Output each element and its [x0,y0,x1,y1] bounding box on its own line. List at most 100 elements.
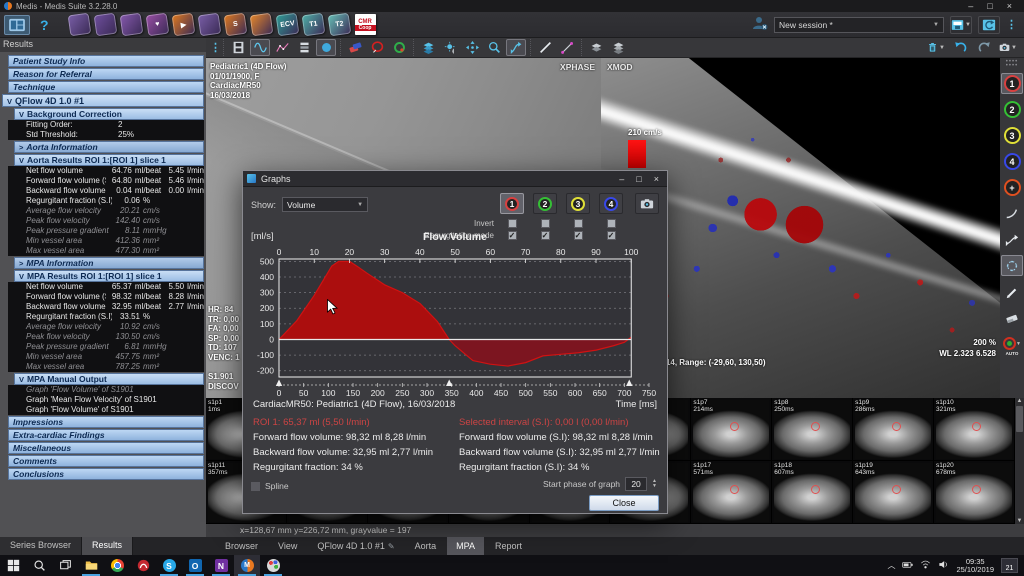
start-phase-input[interactable]: 20 [625,477,647,491]
workflow-tab-report[interactable]: Report [486,537,531,555]
save-session-button[interactable]: ▼ [950,16,972,34]
app-qtavi[interactable] [197,13,221,37]
sidebar-item-29[interactable]: VMPA Manual Output [14,373,204,385]
thumbnail-s1p10[interactable]: s1p10321ms [934,398,1015,461]
taskbar-paint[interactable] [260,555,286,576]
overflow-menu-icon[interactable]: ⋮ [1006,18,1016,31]
line-tool-icon[interactable] [535,39,555,56]
taskbar-cmr-app[interactable] [130,555,156,576]
thumbnail-s1p18[interactable]: s1p18607ms [772,461,853,524]
app-flow2[interactable] [249,13,273,37]
invert-checkbox-1[interactable] [508,219,517,228]
series-layout-button[interactable] [4,15,30,35]
lasso-tool-icon[interactable] [367,39,387,56]
film-tool-icon[interactable] [228,39,248,56]
taskbar-clock[interactable]: 09:35 25/10/2019 [956,558,994,574]
workflow-tab-mpa[interactable]: MPA [447,537,484,555]
app-t1[interactable]: T1 [301,13,325,37]
roi-select-2[interactable]: 2 [1001,99,1023,120]
app-ecv[interactable]: ECV [275,13,299,37]
thumbnail-s1p8[interactable]: s1p8250ms [772,398,853,461]
workflow-tab-qflow-4d-1-0-1[interactable]: QFlow 4D 1.0 #1✎ [308,537,403,555]
volume-icon[interactable] [938,559,949,573]
dialog-minimize-button[interactable]: – [619,174,624,184]
snapshot-button[interactable]: ▼ [998,39,1018,56]
sun-tool-icon[interactable] [440,39,460,56]
session-select[interactable]: New session * ▼ [774,17,944,33]
thumbnail-s1p9[interactable]: s1p9286ms [853,398,934,461]
sidebar-item-35[interactable]: Miscellaneous [8,442,204,454]
maximize-button[interactable]: □ [987,1,992,11]
wifi-icon[interactable] [920,559,931,573]
taskbar-file-explorer[interactable] [78,555,104,576]
expand-icon[interactable]: V [19,110,24,119]
spin-down-icon[interactable]: ▼ [652,484,657,489]
app-qmass[interactable] [67,13,91,37]
graphs-dialog-titlebar[interactable]: Graphs – □ × [243,171,667,187]
add-roi-button[interactable]: + [1001,177,1023,198]
sidebar-item-8[interactable]: VAorta Results ROI 1:[ROI 1] slice 1 [14,154,204,166]
app-t2[interactable]: T2 [327,13,351,37]
contour-tool-icon[interactable] [1001,255,1023,276]
pencil-tool-icon[interactable] [1001,281,1023,302]
graph-output-row-30[interactable]: Graph 'Flow Volume' of S1901 [8,385,204,395]
invert-checkbox-4[interactable] [607,219,616,228]
flow-volume-plot[interactable]: -200-10001002003004005000102030405060708… [245,245,665,397]
thumbnail-s1p17[interactable]: s1p17571ms [691,461,772,524]
reset-layout-button[interactable] [978,16,1000,34]
app-cmr-coop[interactable]: CMRCoop [355,14,376,35]
sine-tool-icon[interactable] [250,39,270,56]
circle-tool-icon[interactable] [316,39,336,56]
graph-roi-button-2[interactable]: 2 [533,193,557,214]
roi-select-4[interactable]: 4 [1001,151,1023,172]
expand-icon[interactable]: > [19,143,23,152]
sidebar-item-19[interactable]: VMPA Results ROI 1:[ROI 1] slice 1 [14,270,204,282]
battery-icon[interactable] [902,559,913,573]
expand-icon[interactable]: V [19,156,24,165]
scrollbar-thumb[interactable] [1016,406,1023,432]
show-select[interactable]: Volume ▼ [282,197,368,212]
sidebar-item-36[interactable]: Comments [8,455,204,467]
taskbar-chrome[interactable] [104,555,130,576]
thumbnail-s1p7[interactable]: s1p7214ms [691,398,772,461]
workflow-tab-aorta[interactable]: Aorta [406,537,446,555]
workflow-tab-view[interactable]: View [269,537,306,555]
plane-tool-icon[interactable] [345,39,365,56]
app-qflow[interactable] [93,13,117,37]
thumbnail-s1p20[interactable]: s1p20678ms [934,461,1015,524]
scroll-up-icon[interactable]: ▲ [1017,398,1023,404]
taskbar-onenote[interactable]: N [208,555,234,576]
graph-roi-button-3[interactable]: 3 [566,193,590,214]
taskbar-skype[interactable]: S [156,555,182,576]
expand-icon[interactable]: > [19,259,23,268]
curvearrow-tool-icon[interactable] [506,39,526,56]
sidebar-item-3[interactable]: VQFlow 4D 1.0 #1 [2,94,204,107]
taskbar-outlook[interactable]: O [182,555,208,576]
flow-volume-chart[interactable]: -200-10001002003004005000102030405060708… [245,245,665,397]
chart-tool-icon[interactable] [272,39,292,56]
panel-tab-series-browser[interactable]: Series Browser [0,537,82,555]
app-3dview[interactable] [119,13,143,37]
curve-tool-icon[interactable] [1001,203,1023,224]
graph-snapshot-button[interactable] [635,193,659,214]
expand-icon[interactable]: V [7,97,12,106]
expand-icon[interactable]: V [19,375,24,384]
app-qstrain[interactable]: ♥ [145,13,169,37]
taskbar-start[interactable] [0,555,26,576]
spline-checkbox[interactable] [251,482,260,491]
app-flow1[interactable]: S [223,13,247,37]
roi-select-1[interactable]: 1 [1001,73,1023,94]
layers-tool-icon[interactable] [418,39,438,56]
polyline-tool-icon[interactable] [557,39,577,56]
layers3-tool-icon[interactable] [608,39,628,56]
taskbar-task-view[interactable] [52,555,78,576]
sidebar-item-4[interactable]: VBackground Correction [14,108,204,120]
graph-roi-button-4[interactable]: 4 [599,193,623,214]
sidebar-item-0[interactable]: Patient Study Info [8,55,204,67]
close-button[interactable]: × [1007,1,1012,11]
undo-button[interactable] [950,39,970,56]
help-button[interactable]: ? [36,17,53,33]
user-icon[interactable] [752,15,768,34]
close-dialog-button[interactable]: Close [589,495,659,511]
workflow-tab-browser[interactable]: Browser [216,537,267,555]
